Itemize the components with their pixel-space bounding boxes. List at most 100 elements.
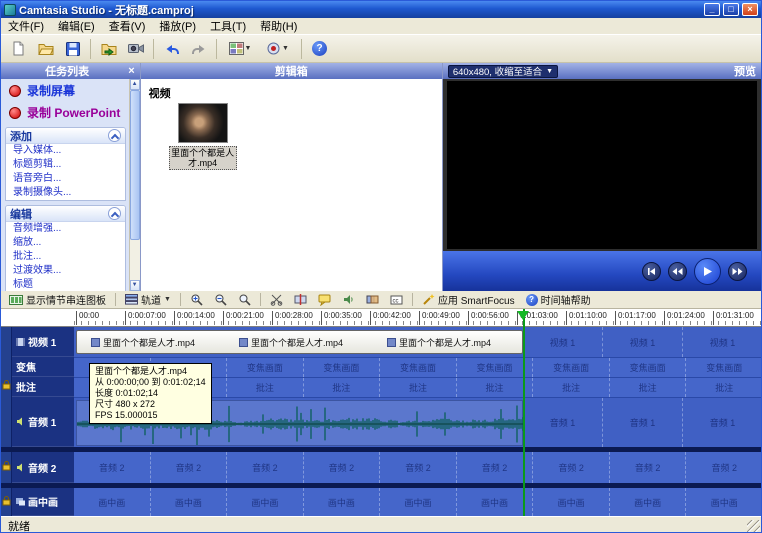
new-button[interactable] [6, 37, 31, 61]
track-cell[interactable]: 视频 1 [603, 327, 683, 357]
lock-icon[interactable] [2, 461, 11, 471]
rewind-button[interactable] [668, 262, 687, 281]
track-video1[interactable]: 里面个个都是人才.mp4里面个个都是人才.mp4里面个个都是人才.mp4 视频 … [74, 327, 761, 357]
track-cell[interactable]: 变焦画面 [304, 358, 381, 377]
track-cell[interactable]: 音频 2 [686, 452, 761, 483]
clip-thumbnail-image[interactable] [178, 103, 228, 143]
menu-item-1[interactable]: 文件(F) [1, 17, 51, 35]
track-cell[interactable]: 音频 1 [683, 398, 761, 447]
track-cell[interactable]: 批注 [304, 378, 381, 397]
track-cell[interactable]: 音频 2 [227, 452, 304, 483]
track-cell[interactable]: 视频 1 [523, 327, 603, 357]
track-cell[interactable]: 批注 [686, 378, 761, 397]
chevron-up-icon[interactable] [108, 129, 121, 142]
maximize-button[interactable]: □ [723, 3, 739, 16]
record-screen-button[interactable]: 录制屏幕 [1, 79, 140, 101]
track-cell[interactable]: 变焦画面 [227, 358, 304, 377]
track-cell[interactable]: 变焦画面 [457, 358, 534, 377]
menu-item-3[interactable]: 查看(V) [102, 17, 153, 35]
close-button[interactable]: × [742, 3, 758, 16]
track-cell[interactable]: 画中画 [227, 488, 304, 516]
scroll-up-icon[interactable]: ▲ [130, 79, 140, 90]
track-cell[interactable]: 音频 1 [523, 398, 603, 447]
track-cell[interactable]: 画中画 [533, 488, 610, 516]
track-header-audio2[interactable]: 音频 2 [12, 452, 74, 483]
captions-button[interactable]: cc [386, 292, 407, 308]
track-cell[interactable]: 变焦画面 [380, 358, 457, 377]
edit-link-2[interactable]: 缩放... [6, 236, 125, 250]
save-button[interactable] [60, 37, 85, 61]
help-button[interactable]: ? [307, 37, 332, 61]
preview-zoom-dropdown[interactable]: 640x480, 收缩至适合 ▼ [448, 65, 558, 78]
add-link-2[interactable]: 标题剪辑... [6, 158, 125, 172]
cut-button[interactable] [266, 292, 287, 308]
track-cell[interactable]: 批注 [610, 378, 687, 397]
track-cell[interactable]: 音频 2 [610, 452, 687, 483]
edit-link-1[interactable]: 音频增强... [6, 222, 125, 236]
timeline-ruler[interactable]: 00:000:00:07:000:00:14:000:00:21:000:00:… [1, 309, 761, 327]
zoom-in-button[interactable] [186, 292, 207, 308]
storyboard-toggle-button[interactable]: 显示情节串连图板 [5, 292, 110, 308]
open-button[interactable] [33, 37, 58, 61]
track-cell[interactable]: 画中画 [457, 488, 534, 516]
track-cell[interactable]: 批注 [227, 378, 304, 397]
track-cell[interactable]: 画中画 [686, 488, 761, 516]
track-cell[interactable]: 画中画 [610, 488, 687, 516]
track-cell[interactable]: 变焦画面 [610, 358, 687, 377]
track-cell[interactable]: 音频 2 [74, 452, 151, 483]
track-header-pip[interactable]: 画中画 [12, 488, 74, 516]
track-cell[interactable]: 变焦画面 [533, 358, 610, 377]
tracks-dropdown-button[interactable]: 轨道▼ [121, 292, 175, 308]
edit-group-header[interactable]: 编辑 [6, 206, 125, 222]
menu-item-5[interactable]: 工具(T) [203, 17, 253, 35]
track-cell[interactable]: 画中画 [304, 488, 381, 516]
track-cell[interactable]: 音频 2 [533, 452, 610, 483]
clip-thumbnail-item[interactable]: 里面个个都是人才.mp4 [167, 103, 239, 170]
tasks-scrollbar[interactable]: ▲ ▼ [129, 79, 140, 291]
transition-button[interactable] [362, 292, 383, 308]
track-cell[interactable]: 画中画 [74, 488, 151, 516]
track-cell[interactable]: 视频 1 [683, 327, 761, 357]
audio-button[interactable] [338, 292, 359, 308]
edit-link-3[interactable]: 批注... [6, 250, 125, 264]
menu-item-6[interactable]: 帮助(H) [253, 17, 304, 35]
add-link-1[interactable]: 导入媒体... [6, 144, 125, 158]
scroll-down-icon[interactable]: ▼ [130, 280, 140, 291]
fast-forward-button[interactable] [728, 262, 747, 281]
track-cell[interactable]: 批注 [380, 378, 457, 397]
apply-smartfocus-button[interactable]: 应用 SmartFocus [418, 292, 519, 308]
chevron-up-icon[interactable] [108, 207, 121, 220]
menu-item-4[interactable]: 播放(P) [152, 17, 203, 35]
video-clip[interactable]: 里面个个都是人才.mp4里面个个都是人才.mp4里面个个都是人才.mp4 [76, 330, 523, 354]
track-cell[interactable]: 音频 1 [603, 398, 683, 447]
record-options-button[interactable]: ▼ [260, 37, 296, 61]
timeline-help-button[interactable]: ?时间轴帮助 [522, 292, 595, 308]
track-cell[interactable]: 音频 2 [457, 452, 534, 483]
add-link-4[interactable]: 录制摄像头... [6, 186, 125, 200]
scrollbar-thumb[interactable] [130, 90, 140, 240]
track-cell[interactable]: 批注 [533, 378, 610, 397]
resize-grip[interactable] [747, 520, 760, 533]
menu-item-2[interactable]: 编辑(E) [51, 17, 102, 35]
record-camera-button[interactable] [123, 37, 148, 61]
track-cell[interactable]: 音频 2 [304, 452, 381, 483]
track-header-video1[interactable]: 视频 1 [12, 327, 74, 357]
add-group-header[interactable]: 添加 [6, 128, 125, 144]
track-cell[interactable]: 变焦画面 [686, 358, 761, 377]
edit-link-5[interactable]: 标题 [6, 278, 125, 291]
redo-button[interactable] [186, 37, 211, 61]
minimize-button[interactable]: _ [704, 3, 720, 16]
import-media-button[interactable] [96, 37, 121, 61]
track-cell[interactable]: 批注 [457, 378, 534, 397]
track-pip[interactable]: 画中画画中画画中画画中画画中画画中画画中画画中画画中画 [74, 488, 761, 516]
track-cell[interactable]: 画中画 [151, 488, 228, 516]
track-header-callouts[interactable]: 批注 [12, 377, 74, 397]
split-button[interactable] [290, 292, 311, 308]
lock-icon[interactable] [2, 380, 11, 390]
track-cell[interactable]: 音频 2 [151, 452, 228, 483]
skip-start-button[interactable] [642, 262, 661, 281]
add-link-3[interactable]: 语音旁白... [6, 172, 125, 186]
close-panel-icon[interactable]: × [128, 65, 134, 77]
lock-icon[interactable] [2, 496, 11, 506]
track-audio2[interactable]: 音频 2音频 2音频 2音频 2音频 2音频 2音频 2音频 2音频 2 [74, 452, 761, 483]
